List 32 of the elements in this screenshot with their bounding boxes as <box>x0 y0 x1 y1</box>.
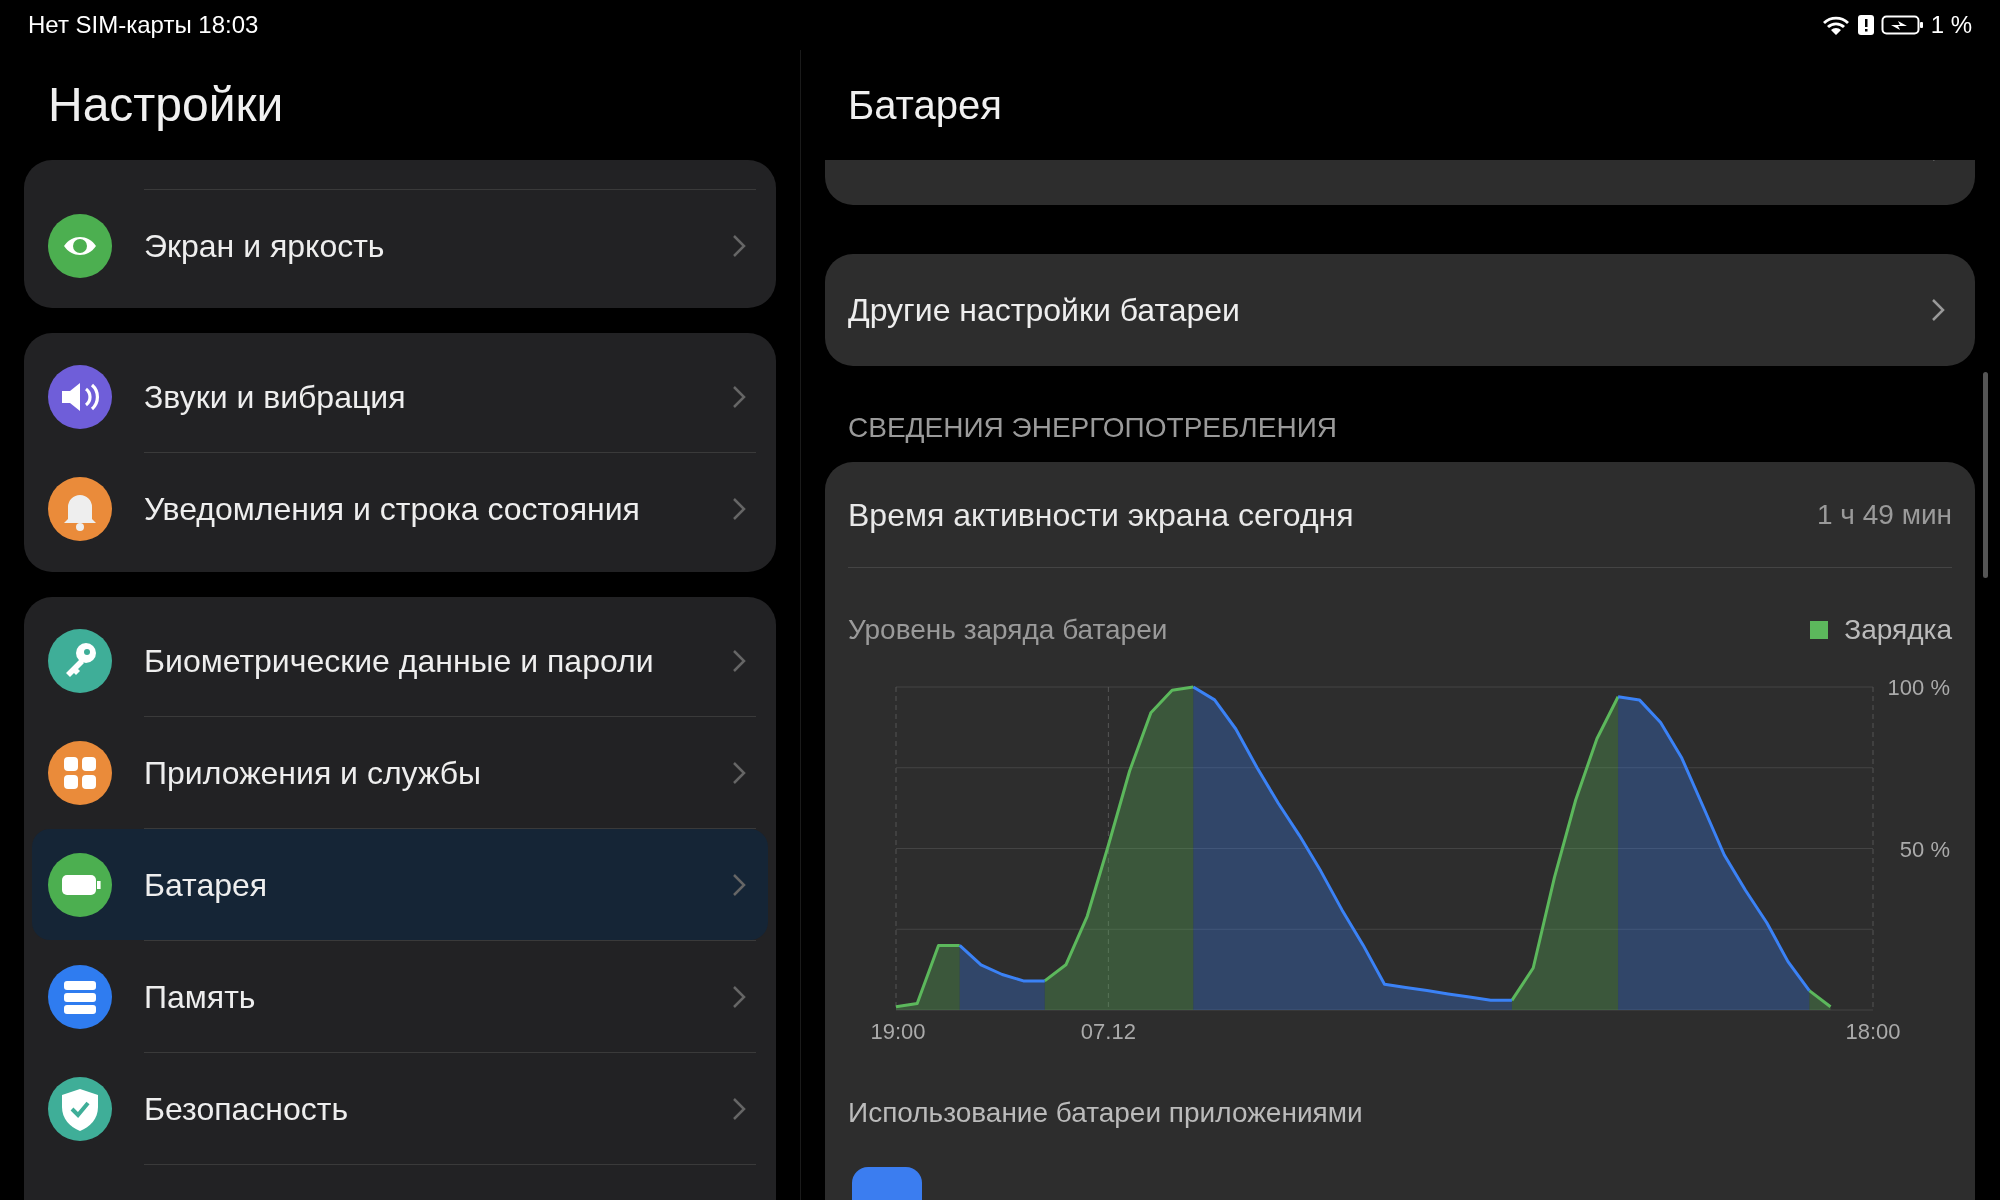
screen-time-value: 1 ч 49 мин <box>1817 497 1952 532</box>
item-label: Память <box>144 977 257 1017</box>
item-label: Безопасность <box>144 1089 350 1129</box>
battery-percent: 1 % <box>1930 10 1972 40</box>
settings-item[interactable]: Батарея <box>32 829 768 940</box>
x-axis-label: 18:00 <box>1845 1019 1901 1044</box>
item-label: Звуки и вибрация <box>144 377 407 417</box>
section-title: СВЕДЕНИЯ ЭНЕРГОПОТРЕБЛЕНИЯ <box>848 411 1337 445</box>
status-text: Нет SIM-карты 18:03 <box>28 10 259 40</box>
chart-title: Уровень заряда батареи <box>848 613 1168 647</box>
item-label: Батарея <box>144 865 269 905</box>
item-label: Биометрические данные и пароли <box>144 641 655 681</box>
settings-item[interactable]: Память <box>32 941 768 1052</box>
settings-item[interactable]: Звуки и вибрация <box>32 341 768 452</box>
section-title: Использование батареи приложениями <box>848 1096 1363 1130</box>
y-axis-label: 50 % <box>1899 836 1950 862</box>
y-axis-label: 100 % <box>1887 675 1950 700</box>
item-label: Приложения и службы <box>144 753 482 793</box>
settings-item[interactable]: Безопасность <box>32 1053 768 1164</box>
page-title: Батарея <box>848 82 1002 129</box>
item-label: Уведомления и строка состояния <box>144 489 641 529</box>
x-axis-label: 19:00 <box>870 1019 926 1044</box>
other-settings-item[interactable]: Другие настройки батареи <box>825 254 1975 366</box>
page-title: Настройки <box>48 77 284 133</box>
settings-item[interactable]: Биометрические данные и пароли <box>32 605 768 716</box>
x-axis-label: 07.12 <box>1080 1019 1136 1044</box>
item-label: Экран и яркость <box>144 226 386 266</box>
screen-time-label: Время активности экрана сегодня <box>848 495 1354 535</box>
settings-item[interactable]: Уведомления и строка состояния <box>32 453 768 564</box>
settings-item[interactable]: Приложения и службы <box>32 717 768 828</box>
legend-label: Зарядка <box>1844 613 1952 647</box>
settings-item[interactable]: Экран и яркость <box>32 190 768 301</box>
